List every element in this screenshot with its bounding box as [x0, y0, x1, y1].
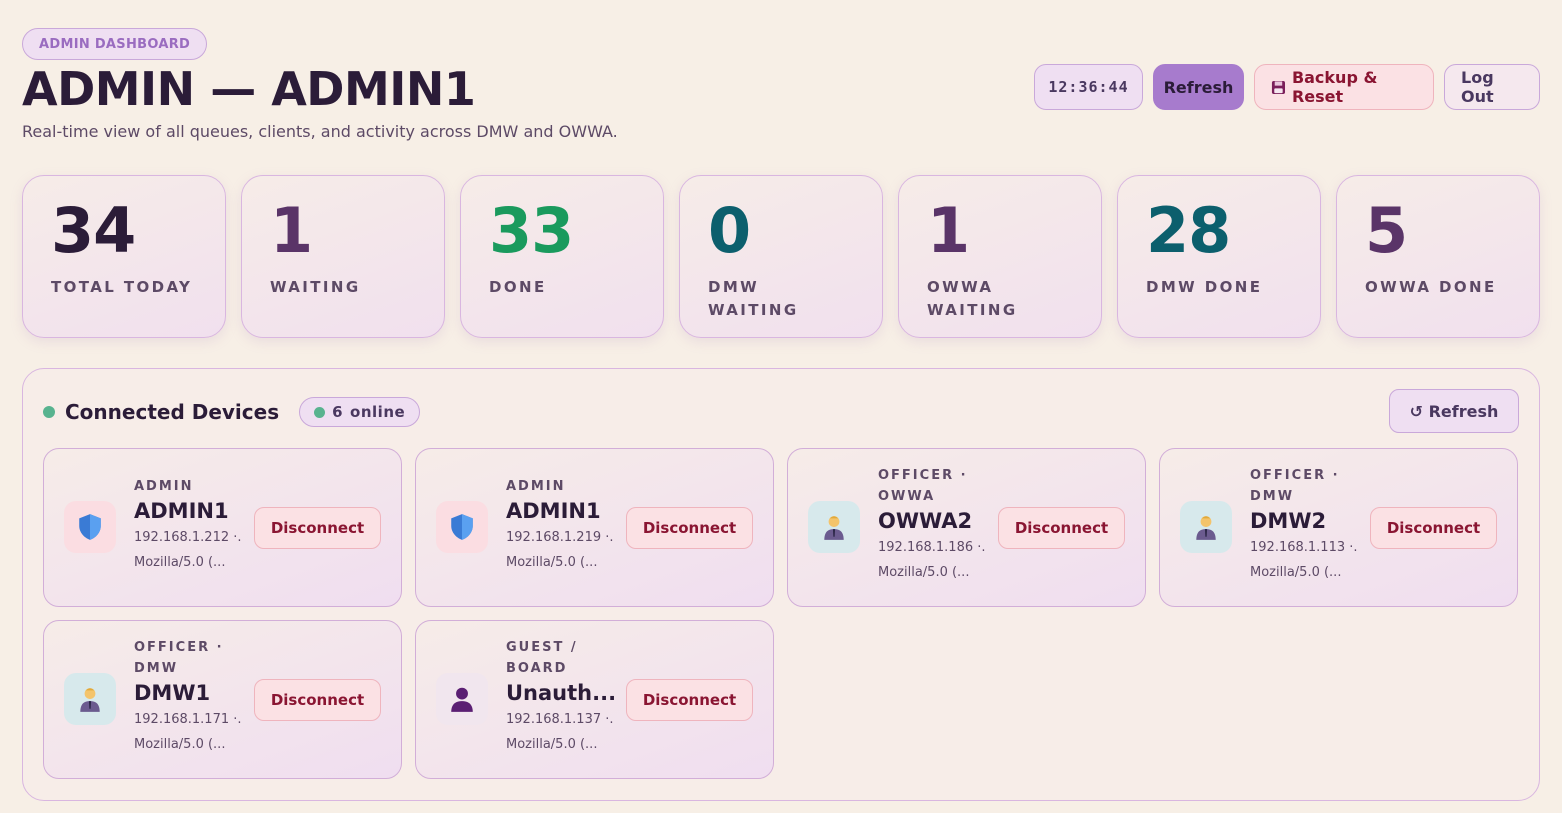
online-label: online [350, 403, 406, 421]
device-name: DMW2 [1250, 509, 1327, 533]
stat-label: WAITING [270, 278, 361, 296]
device-name: ADMIN1 [134, 499, 229, 523]
device-grid: ADMIN ADMIN1 192.168.1.212 ·... Mozilla/5.0… [43, 448, 1518, 779]
stat-label: OWWA DONE [1365, 278, 1497, 296]
backup-reset-label: Backup & Reset [1291, 68, 1378, 106]
device-ip: 192.168.1.186 ·... [878, 540, 986, 555]
backup-reset-button[interactable]: Backup & Reset [1254, 64, 1434, 110]
device-ip: 192.168.1.137 ·... [506, 712, 614, 727]
dashboard-badge: ADMIN DASHBOARD [22, 28, 208, 60]
stat-label: DMW DONE [1146, 278, 1263, 296]
header-actions: 12:36:44 Refresh Backup & Reset Log Out [1034, 64, 1540, 110]
device-role: ADMIN [134, 479, 194, 494]
logout-button[interactable]: Log Out [1444, 64, 1540, 110]
stat-value: 0 [708, 194, 751, 267]
device-info: ADMIN ADMIN1 192.168.1.212 ·... Mozilla/5.0… [134, 476, 242, 575]
device-card: ADMIN ADMIN1 192.168.1.212 ·... Mozilla/5.0… [43, 448, 402, 607]
stat-value: 5 [1365, 194, 1408, 267]
stat-value: 28 [1146, 194, 1231, 267]
online-count-badge: 6 online [299, 397, 421, 427]
device-user-agent: Mozilla/5.0 (... [878, 565, 970, 580]
device-name: ADMIN1 [506, 499, 601, 523]
panel-header: Connected Devices 6 online [43, 397, 421, 427]
device-user-agent: Mozilla/5.0 (... [1250, 565, 1342, 580]
device-info: ADMIN ADMIN1 192.168.1.219 ·... Mozilla/5.0… [506, 476, 614, 575]
refresh-devices-button[interactable]: ↺ Refresh [1389, 389, 1519, 433]
device-user-agent: Mozilla/5.0 (... [506, 737, 598, 752]
connected-devices-panel: Connected Devices 6 online ↺ Refresh ADM… [22, 368, 1540, 801]
device-ip: 192.168.1.113 ·... [1250, 540, 1358, 555]
stat-card: 1 OWWA WAITING [898, 175, 1102, 338]
stat-card: 1 WAITING [241, 175, 445, 338]
device-card: ADMIN ADMIN1 192.168.1.219 ·... Mozilla/5.0… [415, 448, 774, 607]
shield-icon [64, 501, 116, 553]
online-count: 6 [332, 403, 344, 421]
device-role: GUEST / BOARD [506, 640, 578, 676]
device-card: OFFICER · DMW DMW1 192.168.1.171 ·... Mozil… [43, 620, 402, 779]
stat-card: 34 TOTAL TODAY [22, 175, 226, 338]
device-role: OFFICER · DMW [134, 640, 224, 676]
device-user-agent: Mozilla/5.0 (... [134, 737, 226, 752]
device-user-agent: Mozilla/5.0 (... [134, 555, 226, 570]
stat-card: 0 DMW WAITING [679, 175, 883, 338]
stat-card: 28 DMW DONE [1117, 175, 1321, 338]
disconnect-button[interactable]: Disconnect [1370, 507, 1497, 549]
disconnect-button[interactable]: Disconnect [998, 507, 1125, 549]
online-dot-icon [314, 406, 326, 418]
shield-icon [436, 501, 488, 553]
officer-icon [808, 501, 860, 553]
page-subtitle: Real-time view of all queues, clients, a… [22, 122, 618, 141]
stat-card: 5 OWWA DONE [1336, 175, 1540, 338]
device-ip: 192.168.1.219 ·... [506, 530, 614, 545]
disconnect-button[interactable]: Disconnect [626, 679, 753, 721]
stat-value: 33 [489, 194, 574, 267]
clock-display: 12:36:44 [1034, 64, 1143, 110]
device-info: GUEST / BOARD Unauth... 192.168.1.137 ·...… [506, 637, 614, 757]
guest-icon [436, 673, 488, 725]
officer-icon [1180, 501, 1232, 553]
page-title: ADMIN — ADMIN1 [22, 62, 476, 116]
stat-card: 33 DONE [460, 175, 664, 338]
device-info: OFFICER · DMW DMW2 192.168.1.113 ·... Mozil… [1250, 465, 1358, 585]
stat-label: TOTAL TODAY [51, 278, 193, 296]
stat-label: DONE [489, 278, 547, 296]
device-info: OFFICER · DMW DMW1 192.168.1.171 ·... Mozil… [134, 637, 242, 757]
device-card: OFFICER · DMW DMW2 192.168.1.113 ·... Mozil… [1159, 448, 1518, 607]
device-card: OFFICER · OWWA OWWA2 192.168.1.186 ·... Moz… [787, 448, 1146, 607]
stat-value: 1 [270, 194, 313, 267]
panel-title: Connected Devices [65, 400, 280, 424]
officer-icon [64, 673, 116, 725]
floppy-disk-icon [1271, 80, 1286, 94]
device-role: ADMIN [506, 479, 566, 494]
device-name: DMW1 [134, 681, 211, 705]
disconnect-button[interactable]: Disconnect [626, 507, 753, 549]
device-name: OWWA2 [878, 509, 973, 533]
status-dot-icon [43, 406, 55, 418]
device-ip: 192.168.1.171 ·... [134, 712, 242, 727]
stat-label: DMW WAITING [708, 278, 799, 319]
device-user-agent: Mozilla/5.0 (... [506, 555, 598, 570]
stats-row: 34 TOTAL TODAY 1 WAITING 33 DONE 0 DMW WAITING 1… [22, 175, 1540, 338]
device-name: Unauth... [506, 681, 614, 705]
device-ip: 192.168.1.212 ·... [134, 530, 242, 545]
device-role: OFFICER · OWWA [878, 468, 968, 504]
device-card: GUEST / BOARD Unauth... 192.168.1.137 ·...… [415, 620, 774, 779]
device-info: OFFICER · OWWA OWWA2 192.168.1.186 ·... Moz… [878, 465, 986, 585]
stat-value: 34 [51, 194, 136, 267]
stat-label: OWWA WAITING [927, 278, 1018, 319]
stat-value: 1 [927, 194, 970, 267]
disconnect-button[interactable]: Disconnect [254, 507, 381, 549]
disconnect-button[interactable]: Disconnect [254, 679, 381, 721]
refresh-button[interactable]: Refresh [1153, 64, 1244, 110]
device-role: OFFICER · DMW [1250, 468, 1340, 504]
